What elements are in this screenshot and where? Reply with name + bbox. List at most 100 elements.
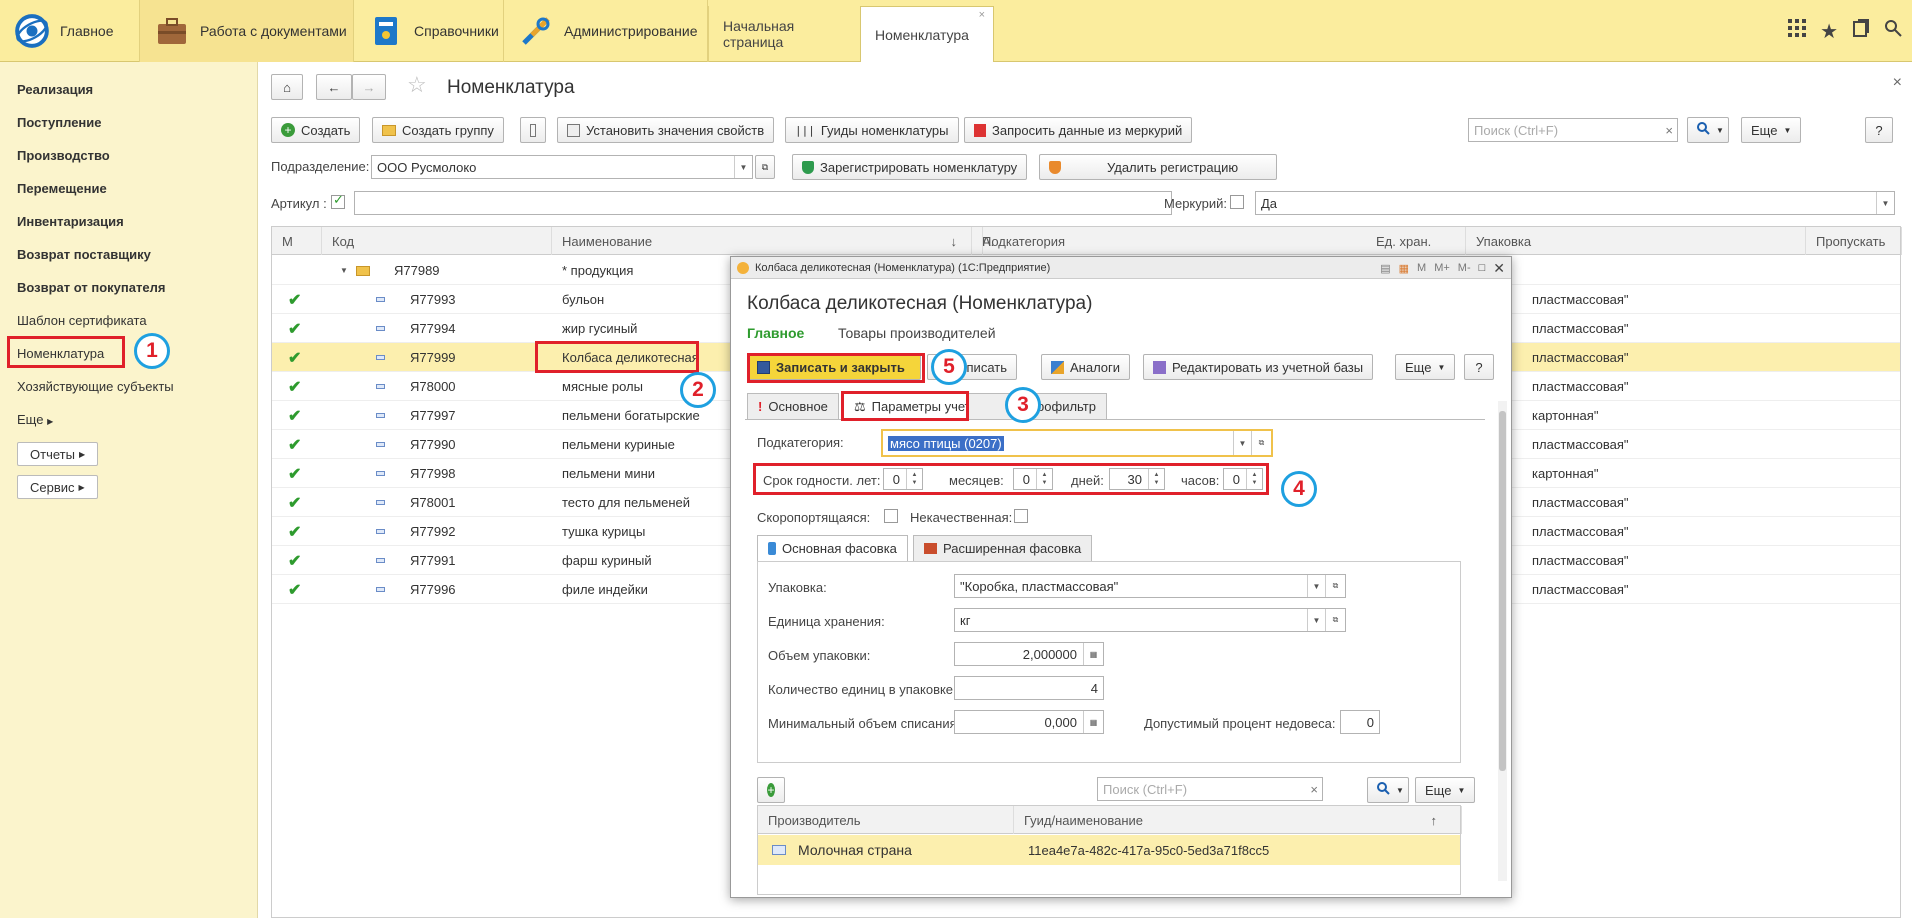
- dialog-scrollbar[interactable]: [1498, 401, 1507, 881]
- dialog-nav-producers[interactable]: Товары производителей: [838, 325, 996, 341]
- dialog-more-button[interactable]: Еще ▼: [1395, 354, 1456, 380]
- m-plus-button[interactable]: M+: [1434, 262, 1450, 274]
- copy-doc-button[interactable]: [520, 117, 546, 143]
- producers-row[interactable]: Молочная страна 11ea4e7a-482c-417a-95c0-…: [758, 835, 1460, 865]
- service-button[interactable]: Сервис ▶: [17, 475, 98, 499]
- m-minus-button[interactable]: M-: [1458, 262, 1471, 274]
- open-form-icon[interactable]: ⧉: [1325, 609, 1345, 631]
- col-producer[interactable]: Производитель: [758, 806, 1014, 834]
- tab-basic[interactable]: ! Основное: [747, 393, 839, 419]
- search-icon[interactable]: [1884, 19, 1902, 43]
- sidebar-item-receipts[interactable]: Поступление: [17, 115, 102, 130]
- chevron-down-icon[interactable]: ▼: [734, 156, 752, 178]
- dialog-list-more-button[interactable]: Еще ▼: [1415, 777, 1476, 803]
- section-documents[interactable]: Работа с документами: [140, 0, 354, 62]
- close-tab-icon[interactable]: ×: [979, 9, 985, 21]
- forward-button[interactable]: →: [352, 74, 386, 100]
- dialog-search-input[interactable]: Поиск (Ctrl+F) ×: [1097, 777, 1323, 801]
- mercury-checkbox[interactable]: [1230, 195, 1244, 209]
- item-dialog: Колбаса деликотесная (Номенклатура) (1С:…: [730, 256, 1512, 898]
- col-mark[interactable]: М: [272, 227, 322, 255]
- tab-basic-packing[interactable]: Основная фасовка: [757, 535, 908, 561]
- create-button[interactable]: + Создать: [271, 117, 361, 143]
- sidebar-item-inventory[interactable]: Инвентаризация: [17, 214, 124, 229]
- col-unit[interactable]: Ед. хран.: [1366, 227, 1466, 255]
- grid-icon[interactable]: [1788, 19, 1807, 43]
- article-input[interactable]: [354, 191, 1172, 215]
- search-input[interactable]: Поиск (Ctrl+F) ×: [1468, 118, 1678, 142]
- dialog-search-button[interactable]: ▼: [1367, 777, 1409, 803]
- col-packaging[interactable]: Упаковка: [1466, 227, 1806, 255]
- min-writeoff-input[interactable]: 0,000 ▦: [954, 710, 1104, 734]
- sidebar-item-more[interactable]: Еще ▶: [17, 412, 53, 427]
- close-dialog-icon[interactable]: ✕: [1493, 260, 1505, 277]
- clear-icon[interactable]: ×: [1310, 782, 1318, 797]
- search-button[interactable]: ▼: [1687, 117, 1729, 143]
- mercury-request-button[interactable]: Запросить данные из меркурий: [964, 117, 1193, 143]
- subcategory-select[interactable]: мясо птицы (0207) ▼ ⧉: [881, 429, 1273, 457]
- home-button[interactable]: ⌂: [271, 74, 303, 100]
- sidebar-item-production[interactable]: Производство: [17, 148, 110, 163]
- sidebar-item-customer-return[interactable]: Возврат от покупателя: [17, 280, 165, 295]
- guids-button[interactable]: ||| Гуиды номенклатуры: [785, 117, 959, 143]
- close-page-icon[interactable]: ×: [1893, 74, 1902, 92]
- open-division-button[interactable]: ⧉: [755, 155, 775, 179]
- sidebar-item-supplier-return[interactable]: Возврат поставщику: [17, 247, 151, 262]
- open-form-icon[interactable]: ⧉: [1325, 575, 1345, 597]
- dialog-help-button[interactable]: ?: [1464, 354, 1494, 380]
- star-icon[interactable]: ★: [1820, 19, 1838, 44]
- section-admin[interactable]: Администрирование: [504, 0, 708, 62]
- calculator-icon[interactable]: ▦: [1083, 643, 1103, 665]
- tab-nomenclature[interactable]: Номенклатура ×: [860, 6, 994, 62]
- article-checkbox[interactable]: ✓: [331, 192, 345, 209]
- edit-from-db-button[interactable]: Редактировать из учетной базы: [1143, 354, 1374, 380]
- register-button[interactable]: Зарегистрировать номенклатуру: [792, 154, 1028, 180]
- col-name[interactable]: Наименование ↓: [552, 227, 972, 255]
- chevron-down-icon[interactable]: ▼: [1876, 192, 1894, 214]
- col-code[interactable]: Код: [322, 227, 552, 255]
- calendar-icon[interactable]: ▦: [1399, 262, 1409, 275]
- sidebar-item-transfer[interactable]: Перемещение: [17, 181, 107, 196]
- favorite-star-icon[interactable]: ☆: [407, 72, 427, 98]
- lowquality-checkbox[interactable]: [1014, 509, 1028, 523]
- division-select[interactable]: ООО Русмолоко ▼: [371, 155, 753, 179]
- col-guid[interactable]: Гуид/наименование ↑: [1014, 806, 1462, 834]
- m-button[interactable]: M: [1417, 262, 1426, 274]
- add-producer-button[interactable]: +: [757, 777, 785, 803]
- dialog-nav-main[interactable]: Главное: [747, 325, 804, 341]
- create-group-button[interactable]: Создать группу: [372, 117, 504, 143]
- more-button[interactable]: Еще ▼: [1741, 117, 1802, 143]
- tab-home-page[interactable]: Начальная страница: [708, 6, 860, 62]
- history-icon[interactable]: [1852, 18, 1870, 44]
- mercury-select[interactable]: Да ▼: [1255, 191, 1895, 215]
- col-subcategory[interactable]: Подкатегория: [972, 227, 1065, 255]
- unregister-button[interactable]: Удалить регистрацию: [1039, 154, 1277, 180]
- sidebar-item-entities[interactable]: Хозяйствующие субъекты: [17, 379, 174, 394]
- chevron-down-icon[interactable]: ▼: [1307, 609, 1325, 631]
- section-main[interactable]: Главное: [0, 0, 140, 62]
- sidebar-item-sales[interactable]: Реализация: [17, 82, 93, 97]
- bookmark-icon[interactable]: ▤: [1380, 262, 1390, 275]
- chevron-down-icon[interactable]: ▼: [1307, 575, 1325, 597]
- back-button[interactable]: ←: [316, 74, 352, 100]
- volume-input[interactable]: 2,000000 ▦: [954, 642, 1104, 666]
- chevron-down-icon[interactable]: ▼: [1233, 431, 1251, 455]
- open-form-icon[interactable]: ⧉: [1251, 431, 1271, 455]
- clear-icon[interactable]: ×: [1665, 123, 1673, 138]
- qty-input[interactable]: 4: [954, 676, 1104, 700]
- maximize-icon[interactable]: □: [1479, 262, 1486, 274]
- underweight-input[interactable]: 0: [1340, 710, 1380, 734]
- reports-button[interactable]: Отчеты ▶: [17, 442, 99, 466]
- packaging-select[interactable]: "Коробка, пластмассовая" ▼ ⧉: [954, 574, 1346, 598]
- section-references[interactable]: Справочники: [354, 0, 504, 62]
- col-skip[interactable]: Пропускать: [1806, 227, 1902, 255]
- unit-select[interactable]: кг ▼ ⧉: [954, 608, 1346, 632]
- scrollbar-thumb[interactable]: [1499, 411, 1506, 771]
- set-properties-button[interactable]: Установить значения свойств: [557, 117, 775, 143]
- tab-extended-packing[interactable]: Расширенная фасовка: [913, 535, 1093, 561]
- analogs-button[interactable]: Аналоги: [1041, 354, 1131, 380]
- help-button[interactable]: ?: [1865, 117, 1893, 143]
- calculator-icon[interactable]: ▦: [1083, 711, 1103, 733]
- perishable-checkbox[interactable]: [884, 509, 898, 523]
- sidebar-item-cert-template[interactable]: Шаблон сертификата: [17, 313, 147, 328]
